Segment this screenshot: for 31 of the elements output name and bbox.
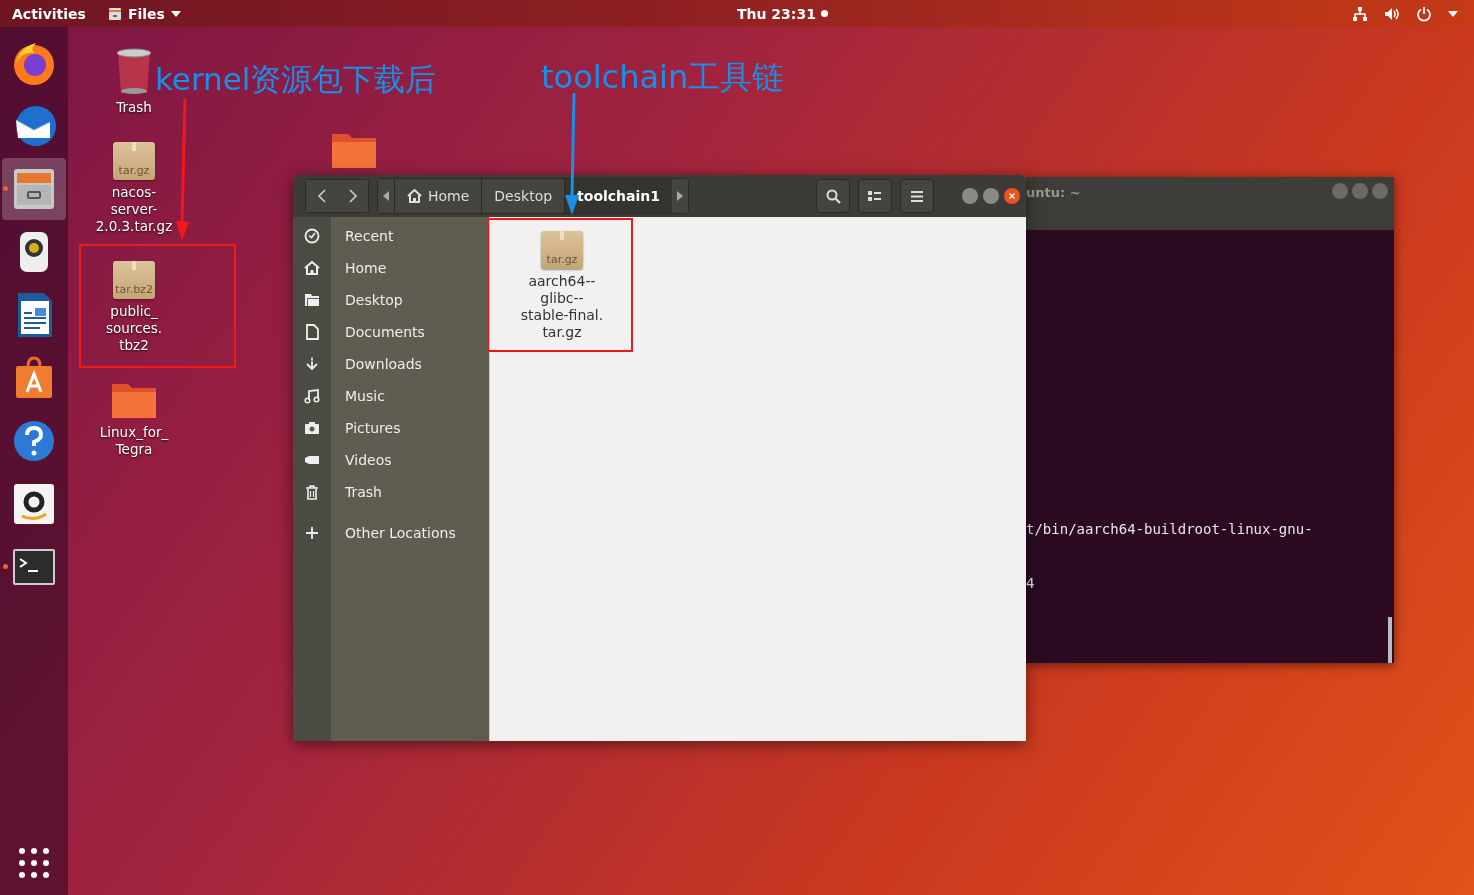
sidebar-item[interactable]: Recent	[293, 220, 489, 252]
archive-icon[interactable]: tar.bz2	[113, 261, 155, 299]
path-button[interactable]: Home	[394, 179, 482, 213]
sidebar-item[interactable]: Music	[293, 380, 489, 412]
file-name[interactable]: Linux_for_ Tegra	[99, 424, 169, 458]
sidebar-item[interactable]: Home	[293, 252, 489, 284]
sidebar-item[interactable]: Trash	[293, 476, 489, 508]
file-name[interactable]: public_ sources. tbz2	[105, 303, 163, 354]
annotation-label: toolchain工具链	[541, 57, 785, 97]
other-locations-item[interactable]: Other Locations	[293, 517, 489, 549]
file-type-label: tar.bz2	[115, 283, 153, 296]
activities-button[interactable]: Activities	[12, 5, 86, 22]
file-name[interactable]: nacos- server- 2.0.3.tar.gz	[95, 184, 173, 235]
file-type-label: tar.gz	[118, 164, 150, 177]
sidebar-item[interactable]: Pictures	[293, 412, 489, 444]
sidebar-item[interactable]: Documents	[293, 316, 489, 348]
archive-icon[interactable]: tar.gz	[113, 142, 155, 180]
sidebar-item[interactable]: Downloads	[293, 348, 489, 380]
annotation-label: kernel资源包下载后	[155, 60, 437, 99]
sidebar-item[interactable]: Videos	[293, 444, 489, 476]
clock[interactable]: Thu 23:31	[737, 5, 828, 22]
app-menu[interactable]: Files	[107, 5, 181, 22]
path-button[interactable]: Desktop	[481, 179, 565, 213]
sidebar-item[interactable]: Desktop	[293, 284, 489, 316]
file-type-label: tar.gz	[546, 253, 578, 266]
window-title: untu: ~	[1026, 185, 1081, 200]
terminal-line: t/bin/aarch64-buildroot-linux-gnu-	[1026, 520, 1314, 538]
file-item[interactable]: tar.gz aarch64-- glibc-- stable-final. tar.gz	[502, 229, 622, 341]
path-button[interactable]: toolchain1	[564, 179, 673, 213]
file-name[interactable]: Trash	[116, 99, 152, 116]
terminal-line: 4	[1026, 574, 1036, 592]
